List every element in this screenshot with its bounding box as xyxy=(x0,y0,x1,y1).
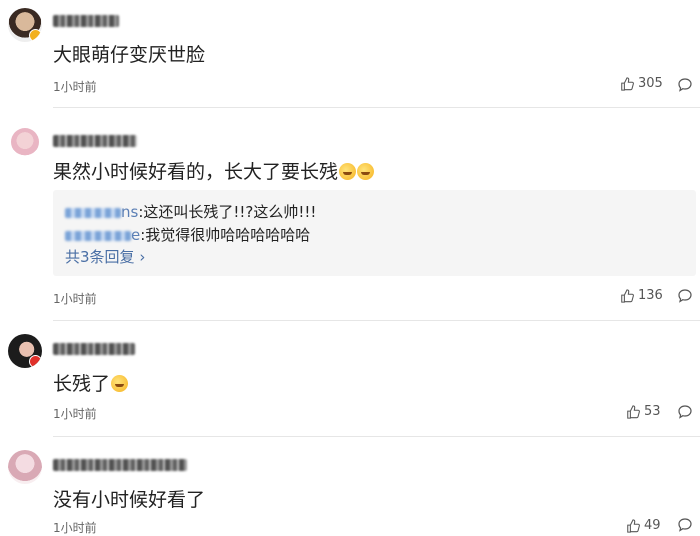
like-count: 136 xyxy=(638,288,663,303)
comment: 大眼萌仔变厌世脸 1小时前 305 xyxy=(0,0,700,108)
crying-laugh-emoji xyxy=(339,163,357,180)
thumbs-up-icon xyxy=(627,404,640,419)
comment-text: 长残了 xyxy=(53,369,129,396)
comment-bubble-icon[interactable] xyxy=(677,77,693,93)
timestamp: 1小时前 xyxy=(53,80,97,94)
username[interactable] xyxy=(53,340,135,355)
comment-bubble-icon[interactable] xyxy=(677,404,693,420)
verified-badge-icon xyxy=(29,29,42,42)
comment-bubble-icon[interactable] xyxy=(677,517,693,533)
like-count: 49 xyxy=(644,518,661,533)
username[interactable] xyxy=(53,456,187,471)
comment-text: 大眼萌仔变厌世脸 xyxy=(53,44,206,66)
timestamp: 1小时前 xyxy=(53,407,97,421)
avatar[interactable] xyxy=(8,450,42,484)
reply-text: :这还叫长残了!!?这么帅!!! xyxy=(138,203,317,221)
avatar[interactable] xyxy=(8,334,42,368)
timestamp: 1小时前 xyxy=(53,521,97,535)
like-count: 305 xyxy=(638,76,663,91)
comment-text: 果然小时候好看的，长大了要长残 xyxy=(53,157,375,184)
thumbs-up-icon xyxy=(627,518,640,533)
avatar[interactable] xyxy=(11,128,39,156)
like-count: 53 xyxy=(644,404,661,419)
divider xyxy=(53,320,700,321)
reply-text: :我觉得很帅哈哈哈哈哈哈 xyxy=(140,226,311,244)
divider xyxy=(53,436,700,437)
like-button[interactable]: 53 xyxy=(626,404,661,419)
like-button[interactable]: 305 xyxy=(620,76,663,91)
username[interactable] xyxy=(53,12,119,27)
reply-username[interactable]: e xyxy=(65,226,140,244)
username[interactable] xyxy=(53,132,137,147)
replies-panel: ns:这还叫长残了!!?这么帅!!! e:我觉得很帅哈哈哈哈哈哈 共3条回复 › xyxy=(53,190,696,276)
crying-laugh-emoji xyxy=(111,375,129,392)
comment-text: 没有小时候好看了 xyxy=(53,489,206,511)
chevron-right-icon: › xyxy=(134,248,146,266)
comment-bubble-icon[interactable] xyxy=(677,288,693,304)
timestamp: 1小时前 xyxy=(53,292,97,306)
like-button[interactable]: 136 xyxy=(620,288,663,303)
crying-laugh-emoji xyxy=(357,163,375,180)
thumbs-up-icon xyxy=(621,288,634,303)
avatar[interactable] xyxy=(8,8,42,42)
like-button[interactable]: 49 xyxy=(626,518,661,533)
more-replies-link[interactable]: 共3条回复 › xyxy=(65,246,145,267)
reply-item: ns:这还叫长残了!!?这么帅!!! xyxy=(65,201,316,222)
badge-icon xyxy=(29,355,42,368)
reply-item: e:我觉得很帅哈哈哈哈哈哈 xyxy=(65,224,310,245)
thumbs-up-icon xyxy=(621,76,634,91)
reply-username[interactable]: ns xyxy=(65,203,138,221)
